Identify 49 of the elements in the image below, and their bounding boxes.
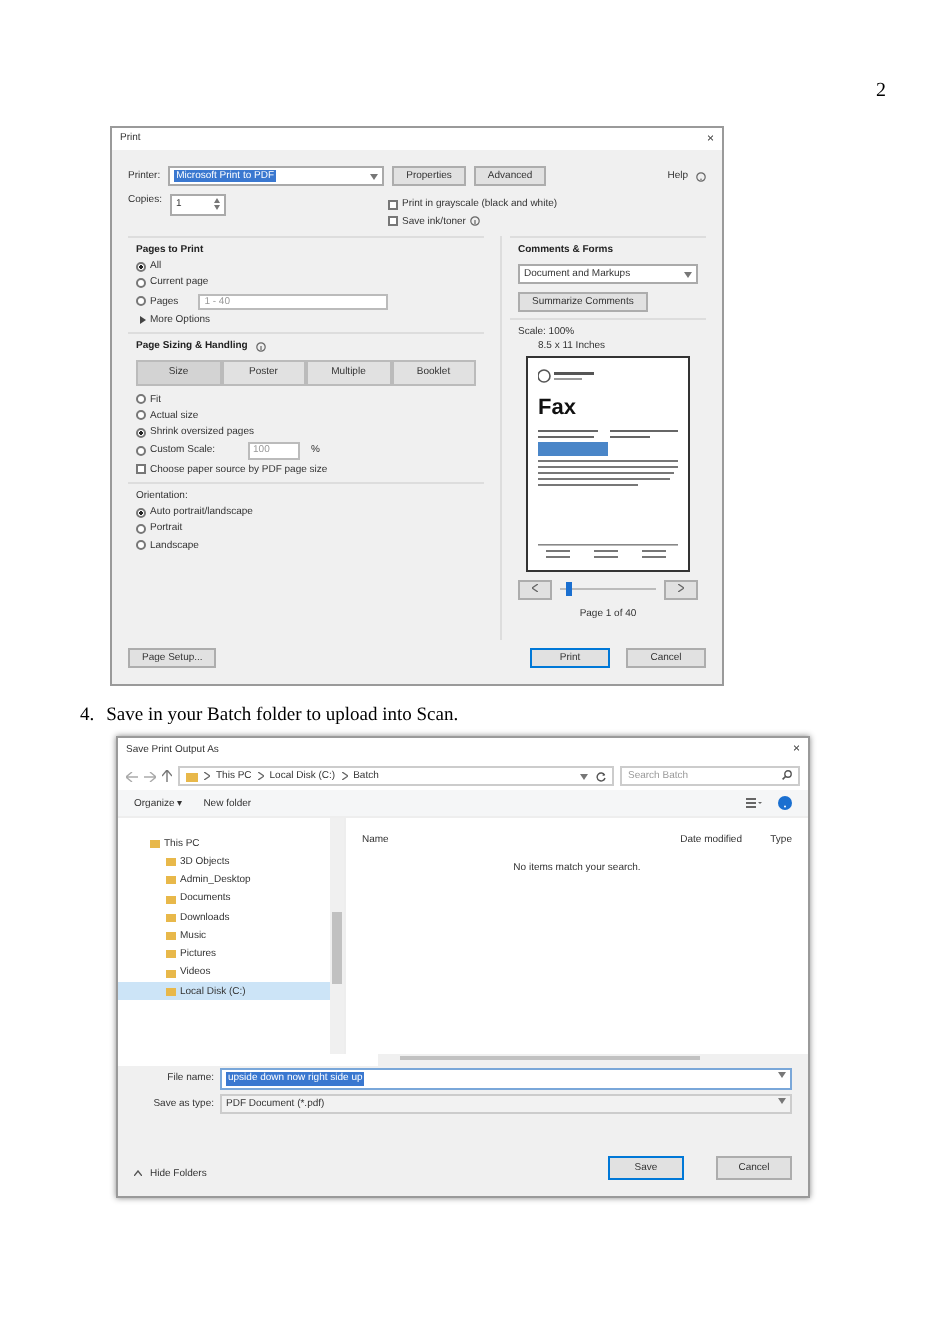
caret-icon — [370, 173, 379, 180]
slider-thumb[interactable] — [565, 582, 572, 597]
next-page-button[interactable] — [664, 579, 698, 600]
null — [678, 584, 684, 593]
help-icon[interactable] — [778, 796, 792, 811]
step-text: Save in your Batch folder to upload into Scan. — [106, 706, 459, 730]
footer-text-drawing — [538, 543, 678, 560]
radio-button[interactable] — [136, 410, 146, 421]
previous-page-button[interactable] — [518, 579, 552, 600]
help-icon — [696, 171, 706, 182]
radio-button[interactable] — [136, 277, 146, 288]
fax-heading: Fax — [538, 395, 578, 423]
chevron-icon — [204, 772, 210, 780]
radio-button[interactable] — [136, 523, 146, 534]
collapse-icon — [134, 1170, 142, 1177]
spinner-icon — [213, 198, 220, 211]
horizontal-scrollbar[interactable] — [378, 1054, 808, 1067]
forward-arrow-icon[interactable] — [144, 771, 156, 781]
info-icon — [469, 216, 480, 227]
folder-icon — [186, 771, 198, 781]
view-options-icon[interactable] — [746, 798, 762, 809]
expand-icon — [140, 315, 146, 324]
chevron-icon — [341, 772, 348, 780]
radio-button[interactable] — [136, 507, 146, 518]
step-number: 4. — [80, 706, 95, 730]
radio-button[interactable] — [136, 394, 146, 405]
up-arrow-icon[interactable] — [162, 770, 172, 782]
radio-button[interactable] — [136, 261, 146, 272]
chevron-icon — [257, 772, 264, 780]
search-icon — [782, 769, 792, 780]
caret-icon — [684, 271, 692, 278]
radio-button[interactable] — [136, 427, 146, 438]
info-icon — [255, 341, 266, 352]
logo-icon — [538, 367, 598, 384]
back-arrow-icon[interactable] — [126, 771, 138, 781]
refresh-icon — [596, 771, 606, 781]
page-number: 2 — [876, 80, 886, 105]
checkbox[interactable] — [136, 464, 146, 475]
scrollbar[interactable] — [330, 818, 344, 1055]
null — [532, 584, 538, 593]
caret-icon — [778, 1072, 786, 1079]
radio-button[interactable] — [136, 540, 146, 551]
checkbox[interactable] — [388, 199, 398, 210]
radio-button[interactable] — [136, 445, 146, 456]
caret-icon — [580, 773, 588, 779]
checkbox[interactable] — [388, 216, 398, 227]
caret-icon — [778, 1097, 786, 1104]
document-text-drawing — [538, 427, 678, 491]
radio-button[interactable] — [136, 296, 146, 307]
